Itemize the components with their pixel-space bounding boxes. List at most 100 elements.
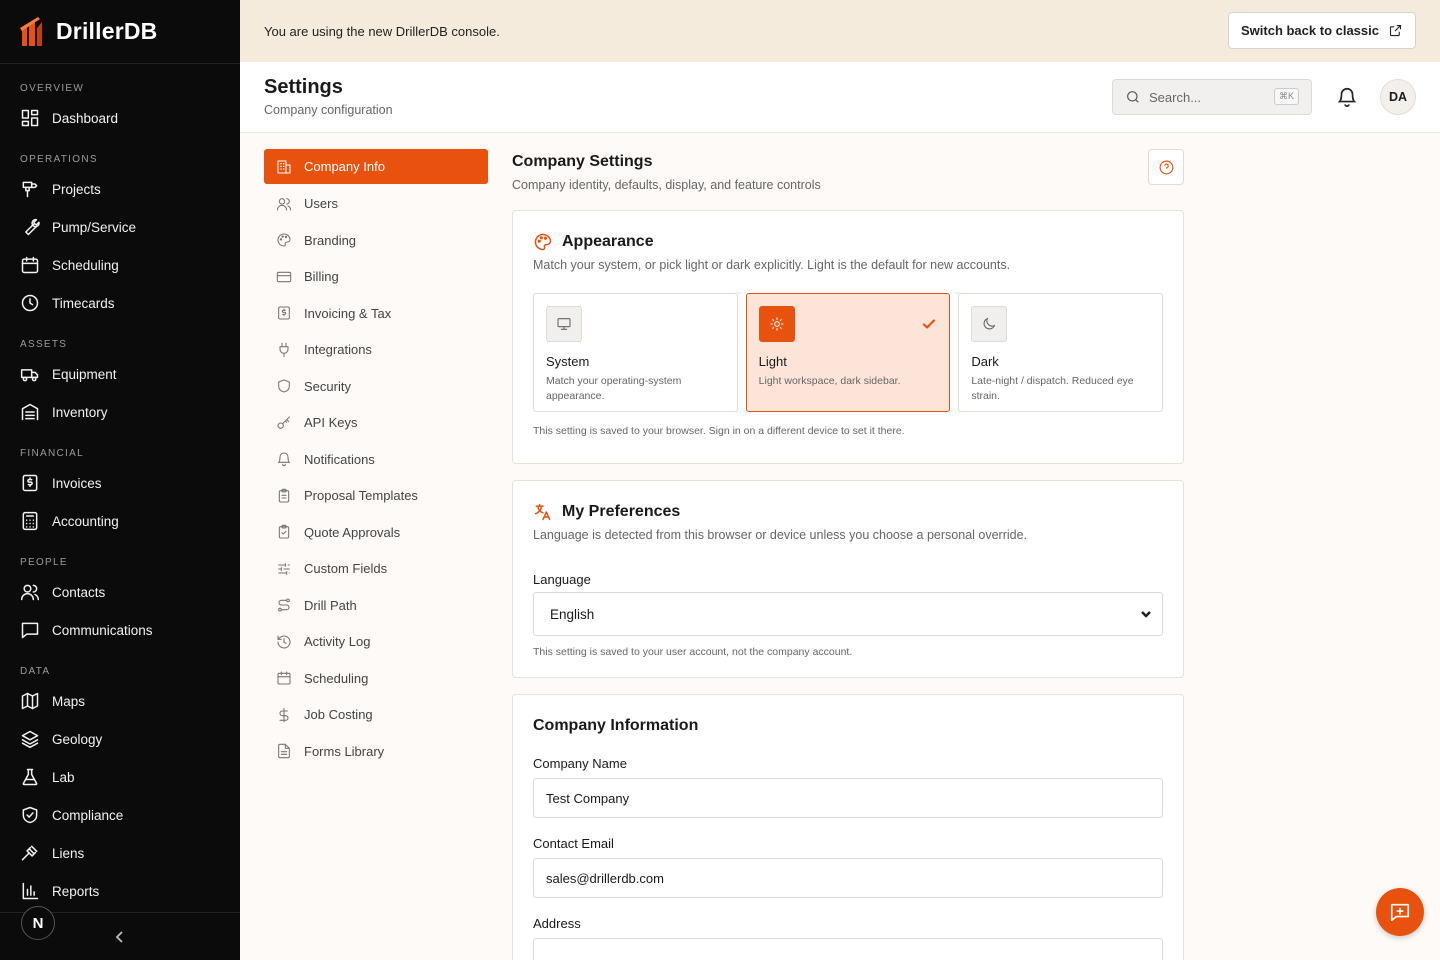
dashboard-icon: [21, 109, 39, 127]
settings-item-security[interactable]: Security: [264, 368, 488, 405]
company-info-card: Company Information Company Name Test Co…: [512, 694, 1184, 960]
switch-classic-button[interactable]: Switch back to classic: [1227, 12, 1416, 49]
settings-item-company-info[interactable]: Company Info: [264, 149, 488, 184]
palette-icon: [534, 233, 552, 251]
sidebar-item-compliance[interactable]: Compliance: [0, 796, 240, 834]
settings-item-label: Scheduling: [304, 670, 369, 686]
settings-item-notifications[interactable]: Notifications: [264, 441, 488, 478]
theme-option-system[interactable]: System Match your operating-system appea…: [533, 293, 738, 412]
user-badge[interactable]: N: [21, 906, 55, 940]
theme-description: Late-night / dispatch. Reduced eye strai…: [971, 375, 1134, 402]
search-input[interactable]: [1149, 89, 1269, 105]
settings-item-custom-fields[interactable]: Custom Fields: [264, 551, 488, 588]
language-label: Language: [533, 572, 591, 587]
calendar-icon: [21, 256, 39, 274]
content-subtitle: Company identity, defaults, display, and…: [512, 178, 821, 192]
sidebar-item-invoices[interactable]: Invoices: [0, 464, 240, 502]
address-input[interactable]: [533, 938, 1163, 960]
console-banner: You are using the new DrillerDB console.…: [240, 0, 1440, 62]
sidebar-item-scheduling[interactable]: Scheduling: [0, 246, 240, 284]
sidebar-item-pump-service[interactable]: Pump/Service: [0, 208, 240, 246]
brand[interactable]: DrillerDB: [0, 0, 240, 64]
preferences-title: My Preferences: [562, 503, 681, 520]
sidebar-item-label: Accounting: [52, 513, 119, 529]
sidebar-item-label: Communications: [52, 622, 153, 638]
settings-item-job-costing[interactable]: Job Costing: [264, 697, 488, 734]
settings-item-label: Branding: [304, 232, 357, 248]
sidebar-item-projects[interactable]: Projects: [0, 170, 240, 208]
sidebar-item-contacts[interactable]: Contacts: [0, 573, 240, 611]
feedback-fab[interactable]: [1376, 888, 1424, 936]
receipt-icon: [278, 306, 290, 320]
language-select[interactable]: English: [533, 592, 1163, 636]
external-link-icon: [1389, 24, 1402, 37]
settings-item-scheduling[interactable]: Scheduling: [264, 660, 488, 697]
sidebar-item-reports[interactable]: Reports: [0, 872, 240, 910]
sidebar-item-lab[interactable]: Lab: [0, 758, 240, 796]
drillerdb-logo-icon: [20, 16, 42, 46]
contact-email-label: Contact Email: [533, 836, 614, 851]
sidebar-item-accounting[interactable]: Accounting: [0, 502, 240, 540]
settings-item-api-keys[interactable]: API Keys: [264, 405, 488, 442]
search-shortcut: ⌘K: [1273, 88, 1299, 105]
settings-item-label: Quote Approvals: [304, 524, 401, 540]
clipboard-icon: [278, 488, 290, 503]
collapse-sidebar-button[interactable]: [110, 927, 130, 947]
nav-section-operations: OPERATIONS: [20, 154, 98, 165]
brand-name: DrillerDB: [56, 18, 158, 44]
language-value: English: [550, 606, 595, 622]
sidebar-footer: N: [0, 906, 240, 960]
company-name-input[interactable]: Test Company: [533, 778, 1163, 818]
chevron-down-icon: [1141, 611, 1151, 618]
sidebar-item-label: Timecards: [52, 295, 115, 311]
preferences-hint: This setting is saved to your user accou…: [533, 646, 853, 658]
clock-icon: [21, 294, 39, 312]
settings-item-label: Activity Log: [304, 634, 371, 650]
chevron-left-icon: [115, 931, 123, 943]
drill-icon: [22, 181, 38, 198]
settings-item-label: Notifications: [304, 451, 375, 467]
settings-item-proposal-templates[interactable]: Proposal Templates: [264, 478, 488, 515]
sidebar-item-label: Reports: [52, 883, 100, 899]
settings-menu: Company Info Users Branding Billing Invo…: [264, 149, 488, 770]
search-box[interactable]: ⌘K: [1112, 79, 1312, 115]
contact-email-input[interactable]: sales@drillerdb.com: [533, 858, 1163, 898]
sidebar-item-geology[interactable]: Geology: [0, 720, 240, 758]
sidebar-item-inventory[interactable]: Inventory: [0, 393, 240, 431]
sidebar-item-dashboard[interactable]: Dashboard: [0, 99, 240, 137]
settings-item-quote-approvals[interactable]: Quote Approvals: [264, 514, 488, 551]
layers-icon: [21, 730, 39, 749]
sidebar-item-maps[interactable]: Maps: [0, 682, 240, 720]
settings-item-label: Invoicing & Tax: [304, 305, 392, 321]
settings-item-forms-library[interactable]: Forms Library: [264, 733, 488, 770]
shield-icon: [278, 379, 290, 393]
settings-item-label: Proposal Templates: [304, 488, 418, 504]
check-icon: [923, 319, 936, 329]
settings-item-users[interactable]: Users: [264, 186, 488, 223]
theme-option-dark[interactable]: Dark Late-night / dispatch. Reduced eye …: [958, 293, 1164, 412]
nav-section-financial: FINANCIAL: [20, 448, 84, 459]
user-avatar[interactable]: DA: [1380, 79, 1416, 115]
settings-item-billing[interactable]: Billing: [264, 259, 488, 296]
theme-name: System: [546, 354, 590, 369]
settings-item-branding[interactable]: Branding: [264, 222, 488, 259]
settings-item-invoicing-tax[interactable]: Invoicing & Tax: [264, 295, 488, 332]
message-plus-icon: [1390, 903, 1410, 922]
settings-item-activity-log[interactable]: Activity Log: [264, 624, 488, 661]
appearance-description: Match your system, or pick light or dark…: [533, 258, 1011, 272]
sidebar-item-communications[interactable]: Communications: [0, 611, 240, 649]
sidebar-item-equipment[interactable]: Equipment: [0, 355, 240, 393]
settings-item-label: Drill Path: [304, 597, 357, 613]
sidebar-item-timecards[interactable]: Timecards: [0, 284, 240, 322]
settings-item-label: API Keys: [304, 415, 358, 431]
settings-item-drill-path[interactable]: Drill Path: [264, 587, 488, 624]
help-button[interactable]: [1148, 149, 1184, 185]
switch-classic-label: Switch back to classic: [1240, 23, 1379, 38]
settings-content: Company Settings Company identity, defau…: [512, 149, 1184, 960]
notifications-button[interactable]: [1336, 86, 1358, 108]
map-icon: [21, 692, 39, 710]
company-info-title: Company Information: [533, 717, 699, 734]
sidebar-item-liens[interactable]: Liens: [0, 834, 240, 872]
settings-item-integrations[interactable]: Integrations: [264, 332, 488, 369]
theme-option-light[interactable]: Light Light workspace, dark sidebar.: [745, 293, 951, 412]
